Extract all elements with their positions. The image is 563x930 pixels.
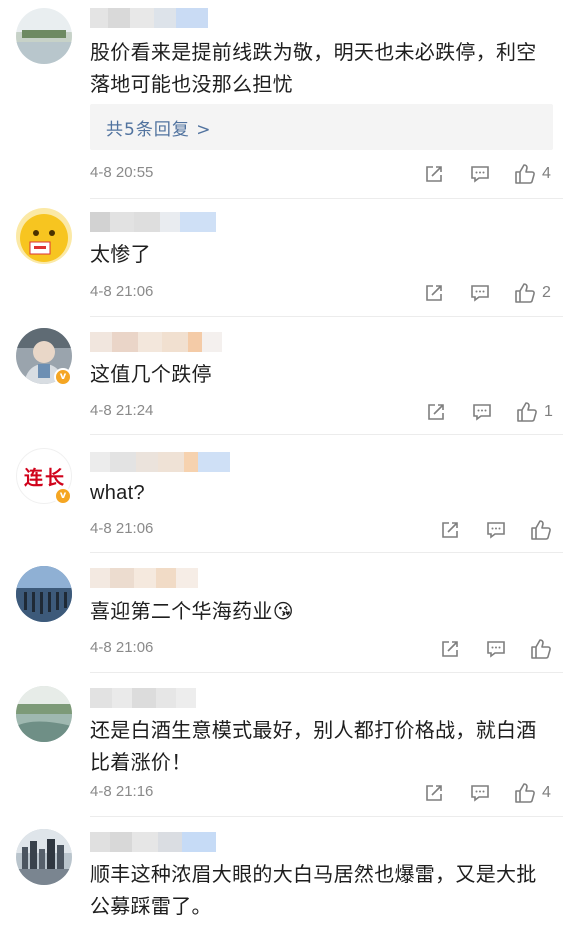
verified-badge-icon: v	[54, 487, 72, 505]
comment-button[interactable]	[486, 518, 506, 542]
username-obscured[interactable]	[90, 452, 230, 472]
verified-badge-icon: v	[54, 368, 72, 386]
share-button[interactable]	[440, 637, 460, 661]
share-icon	[426, 785, 442, 801]
cartoon-face-avatar	[16, 208, 72, 264]
share-icon	[426, 166, 442, 182]
avatar[interactable]	[16, 829, 72, 885]
share-icon	[426, 285, 442, 301]
divider	[90, 552, 563, 553]
comment-icon	[487, 522, 505, 539]
divider	[90, 316, 563, 317]
share-button[interactable]	[424, 281, 444, 305]
lake-landscape-avatar	[16, 8, 72, 64]
comment-meta: 4-8 20:55 4	[90, 160, 563, 188]
pier-posts-avatar	[16, 566, 72, 622]
thumbs-up-icon	[515, 283, 535, 303]
like-count: 2	[542, 284, 551, 301]
comment-icon	[471, 285, 489, 302]
comment-button[interactable]	[470, 162, 490, 186]
comment-time: 4-8 21:06	[90, 283, 154, 300]
avatar[interactable]	[16, 686, 72, 742]
comment-icon	[487, 641, 505, 658]
thumbs-up-icon	[531, 520, 551, 540]
like-button[interactable]: 4	[514, 162, 551, 186]
divider	[90, 434, 563, 435]
comment-time: 4-8 20:55	[90, 164, 154, 181]
comment-text: 太惨了	[90, 242, 151, 266]
avatar[interactable]	[16, 566, 72, 622]
username-obscured[interactable]	[90, 688, 196, 708]
like-count: 4	[542, 784, 551, 801]
share-icon	[428, 404, 444, 420]
divider	[90, 816, 563, 817]
share-button[interactable]	[424, 781, 444, 805]
username-obscured[interactable]	[90, 832, 216, 852]
like-button[interactable]: 4	[514, 781, 551, 805]
username-obscured[interactable]	[90, 8, 208, 28]
comment-button[interactable]	[472, 400, 492, 424]
thumbs-up-icon	[517, 402, 537, 422]
username-obscured[interactable]	[90, 332, 222, 352]
share-button[interactable]	[426, 400, 446, 424]
thumbs-up-icon	[515, 164, 535, 184]
comment-button[interactable]	[486, 637, 506, 661]
divider	[90, 198, 563, 199]
like-button[interactable]: 1	[516, 400, 553, 424]
comment-time: 4-8 21:16	[90, 783, 154, 800]
comment-meta: 4-8 21:16 4	[90, 779, 563, 807]
comment-meta: 4-8 21:06	[90, 635, 563, 663]
like-count: 4	[542, 165, 551, 182]
like-button[interactable]	[530, 637, 552, 661]
avatar[interactable]	[16, 208, 72, 264]
username-obscured[interactable]	[90, 212, 216, 232]
comment-text: 这值几个跌停	[90, 362, 212, 386]
comment-meta: 4-8 21:06	[90, 516, 563, 544]
like-count: 1	[544, 403, 553, 420]
comment-meta: 4-8 21:06 2	[90, 279, 563, 307]
comment-text: 顺丰这种浓眉大眼的大白马居然也爆雷，又是大批公募踩雷了。	[90, 862, 537, 918]
like-button[interactable]	[530, 518, 552, 542]
share-icon	[442, 522, 458, 538]
replies-label: 共5条回复 >	[106, 120, 212, 140]
comment-text: 股价看来是提前线跌为敬，明天也未必跌停，利空落地可能也没那么担忧	[90, 40, 537, 96]
thumbs-up-icon	[515, 783, 535, 803]
thumbs-up-icon	[531, 639, 551, 659]
comment-time: 4-8 21:06	[90, 639, 154, 656]
comment-meta: 4-8 21:24 1	[90, 398, 563, 426]
comment-time: 4-8 21:06	[90, 520, 154, 537]
share-icon	[442, 641, 458, 657]
like-button[interactable]: 2	[514, 281, 551, 305]
text-logo-avatar: 连长	[23, 467, 66, 489]
comment-icon	[473, 404, 491, 421]
comment-icon	[471, 166, 489, 183]
share-button[interactable]	[424, 162, 444, 186]
river-landscape-avatar	[16, 686, 72, 742]
share-button[interactable]	[440, 518, 460, 542]
replies-link[interactable]: 共5条回复 >	[90, 104, 553, 150]
comment-text: 还是白酒生意模式最好，别人都打价格战，就白酒比着涨价！	[90, 718, 537, 774]
comment-button[interactable]	[470, 781, 490, 805]
divider	[90, 672, 563, 673]
comment-text: 喜迎第二个华海药业😘	[90, 599, 294, 623]
username-obscured[interactable]	[90, 568, 198, 588]
avatar[interactable]	[16, 8, 72, 64]
comment-text: what?	[90, 482, 145, 504]
comment-time: 4-8 21:24	[90, 402, 154, 419]
comment-button[interactable]	[470, 281, 490, 305]
city-skyline-avatar	[16, 829, 72, 885]
comment-icon	[471, 785, 489, 802]
